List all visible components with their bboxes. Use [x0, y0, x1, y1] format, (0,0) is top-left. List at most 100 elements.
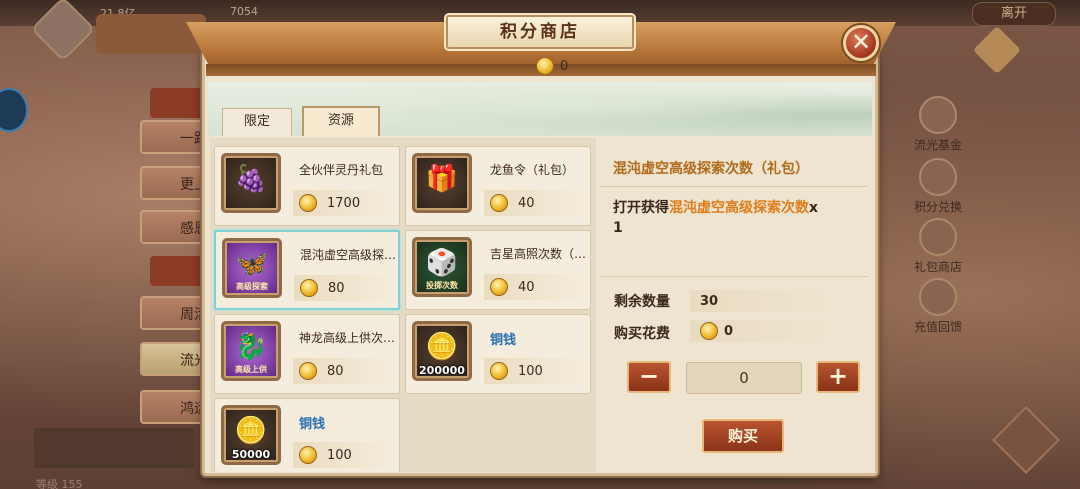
- item-name: 铜钱: [490, 333, 517, 348]
- exchange-button[interactable]: 积分兑换: [904, 158, 972, 215]
- remaining-label: 剩余数量: [614, 294, 670, 310]
- fund-icon: [919, 96, 957, 134]
- desc-highlight: 混沌虚空高级探索次数: [669, 200, 809, 216]
- item-price-bar: 80: [293, 358, 393, 384]
- icon-tag: 高级探索: [236, 282, 268, 291]
- desc-count: 1: [613, 220, 623, 236]
- item-price-bar: 1700: [293, 190, 393, 216]
- event-tag: [150, 88, 210, 118]
- recharge-button[interactable]: 充值回馈: [904, 278, 972, 335]
- item-quantity: 50000: [231, 448, 271, 461]
- points-coin-icon: [536, 57, 554, 75]
- shop-item-selected[interactable]: 🦋 高级探索 混沌虚空高级探索次数（礼包） 80: [214, 230, 400, 310]
- shop-item[interactable]: 🐉 高级上供 神龙高级上供次数（礼包） 80: [214, 314, 400, 394]
- remaining-value: 30: [700, 293, 719, 309]
- recharge-icon: [919, 278, 957, 316]
- item-price: 80: [327, 363, 344, 379]
- item-name: 神龙高级上供次数（礼包）: [299, 331, 397, 345]
- close-button[interactable]: ✕: [843, 25, 879, 61]
- price-coin-icon: [490, 362, 508, 380]
- price-coin-icon: [490, 194, 508, 212]
- shop-item[interactable]: 🪙 50000 铜钱 100: [214, 398, 400, 472]
- exit-button[interactable]: 离开: [972, 2, 1056, 26]
- exchange-icon: [919, 158, 957, 196]
- divider: [600, 276, 868, 277]
- divider: [600, 186, 868, 187]
- gift-shop-button[interactable]: 礼包商店: [904, 218, 972, 275]
- gift-shop-icon: [919, 218, 957, 256]
- tab-resources[interactable]: 资源: [302, 106, 380, 136]
- item-price: 100: [327, 447, 352, 463]
- side-menu-item[interactable]: 一路: [140, 120, 210, 154]
- item-name: 铜钱: [299, 417, 326, 432]
- item-price: 1700: [327, 195, 361, 211]
- item-grid: 🍇 全伙伴灵丹礼包 1700 🎁 龙鱼令（礼包） 40 🦋 高级探索 混沌虚空高…: [210, 138, 596, 472]
- player-level: 等级 155: [36, 478, 83, 489]
- price-coin-icon: [300, 279, 318, 297]
- increase-button[interactable]: +: [816, 361, 860, 393]
- shop-item[interactable]: 🎲 投掷次数 吉星高照次数（礼包） 40: [405, 230, 591, 310]
- copper-coin-icon: 🪙 50000: [221, 405, 281, 465]
- item-name: 龙鱼令（礼包）: [490, 163, 575, 177]
- tab-limited[interactable]: 限定: [222, 108, 292, 136]
- buy-button[interactable]: 购买: [702, 419, 784, 453]
- cost-value-box: 0: [690, 320, 830, 342]
- dice-icon: 🎲 投掷次数: [412, 237, 472, 297]
- item-price-bar: 80: [294, 275, 394, 301]
- price-coin-icon: [299, 194, 317, 212]
- cost-value: 0: [724, 323, 734, 339]
- item-price: 100: [518, 363, 543, 379]
- shop-item[interactable]: 🍇 全伙伴灵丹礼包 1700: [214, 146, 400, 226]
- side-menu-item[interactable]: 鸿运: [140, 390, 210, 424]
- event-banner: [96, 14, 206, 54]
- side-menu-item[interactable]: 周活: [140, 296, 210, 330]
- item-price: 40: [518, 195, 535, 211]
- fund-button[interactable]: 流光基金: [904, 96, 972, 153]
- remaining-value-box: 30: [690, 290, 830, 312]
- side-menu-item[interactable]: 感恩: [140, 210, 210, 244]
- decrease-button[interactable]: −: [627, 361, 671, 393]
- item-price-bar: 40: [484, 274, 584, 300]
- resource-gems: 7054: [230, 5, 258, 18]
- item-name: 混沌虚空高级探索次数（礼包）: [300, 248, 398, 262]
- price-coin-icon: [299, 446, 317, 464]
- minus-icon: −: [638, 362, 660, 390]
- fund-label: 流光基金: [913, 138, 962, 152]
- exchange-label: 积分兑换: [913, 200, 962, 214]
- chat-box[interactable]: [34, 428, 194, 468]
- gift-shop-label: 礼包商店: [913, 260, 962, 274]
- dragon-offering-icon: 🐉 高级上供: [221, 321, 281, 381]
- price-coin-icon: [299, 362, 317, 380]
- detail-title: 混沌虚空高级探索次数（礼包）: [613, 161, 809, 177]
- item-price: 80: [328, 280, 345, 296]
- item-price: 40: [518, 279, 535, 295]
- event-tag: [150, 256, 210, 286]
- explore-bird-icon: 🦋 高级探索: [222, 238, 282, 298]
- quantity-input[interactable]: [686, 362, 802, 394]
- item-price-bar: 100: [293, 442, 393, 468]
- item-name: 全伙伴灵丹礼包: [299, 163, 384, 177]
- detail-description: 打开获得混沌虚空高级探索次数x 1: [613, 200, 819, 236]
- shop-item[interactable]: 🪙 200000 铜钱 100: [405, 314, 591, 394]
- cost-coin-icon: [700, 322, 718, 340]
- icon-tag: 高级上供: [235, 365, 267, 374]
- points-value: 0: [560, 58, 569, 74]
- gift-box-icon: 🎁: [412, 153, 472, 213]
- copper-coin-icon: 🪙 200000: [412, 321, 472, 381]
- icon-tag: 投掷次数: [426, 281, 458, 290]
- recharge-label: 充值回馈: [913, 320, 962, 334]
- shop-item[interactable]: 🎁 龙鱼令（礼包） 40: [405, 146, 591, 226]
- points-balance: 0: [536, 56, 568, 76]
- cost-label: 购买花费: [614, 326, 670, 342]
- side-menu-item[interactable]: 流光: [140, 342, 210, 376]
- close-icon: ✕: [850, 28, 872, 56]
- modal-title: 积分商店: [446, 15, 634, 49]
- elixir-pack-icon: 🍇: [221, 153, 281, 213]
- item-price-bar: 100: [484, 358, 584, 384]
- plus-icon: +: [827, 362, 849, 390]
- item-price-bar: 40: [484, 190, 584, 216]
- price-coin-icon: [490, 278, 508, 296]
- item-name: 吉星高照次数（礼包）: [490, 247, 588, 261]
- item-quantity: 200000: [419, 364, 465, 377]
- side-menu-item[interactable]: 更上: [140, 166, 210, 200]
